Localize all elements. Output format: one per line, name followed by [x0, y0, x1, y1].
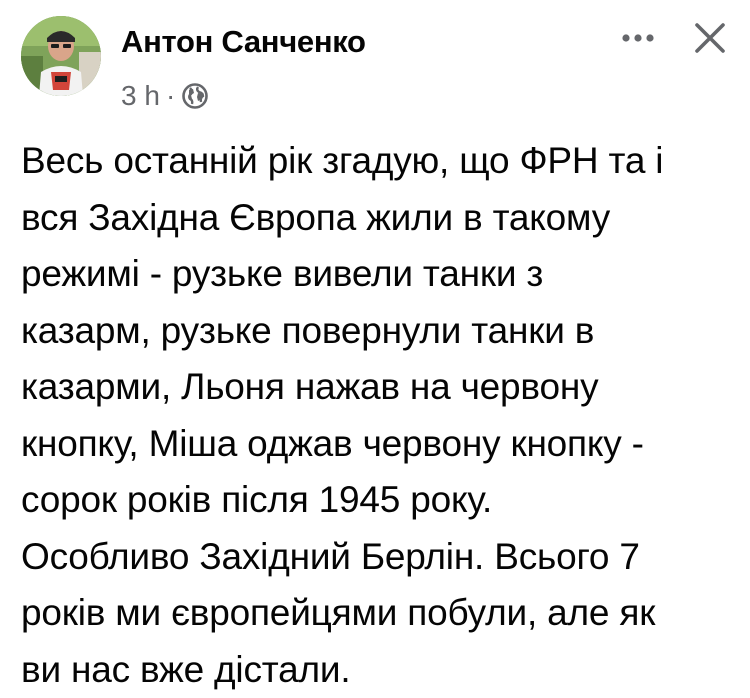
post-timestamp[interactable]: 3 h	[121, 80, 160, 112]
post-text-line: казарми, Льоня нажав на червону	[21, 359, 736, 416]
post-text-line: Особливо Західний Берлін. Всього 7	[21, 529, 736, 586]
post-card: Антон Санченко 3 h · Весь останній рік з…	[0, 0, 750, 680]
globe-icon[interactable]	[181, 82, 209, 110]
post-text-line: казарм, рузьке повернули танки в	[21, 303, 736, 360]
post-text-line: років ми європейцями побули, але як	[21, 585, 736, 642]
post-text-line: ви нас вже дістали.	[21, 642, 736, 698]
more-options-button[interactable]	[618, 18, 662, 58]
post-body: Весь останній рік згадую, що ФРН та і вс…	[21, 133, 736, 698]
post-text-line: режимі - рузьке вивели танки з	[21, 246, 736, 303]
more-horizontal-icon	[618, 18, 662, 58]
post-text-line: кнопку, Міша оджав червону кнопку -	[21, 416, 736, 473]
post-text-line: Весь останній рік згадую, що ФРН та і	[21, 133, 736, 190]
author-avatar[interactable]	[21, 16, 101, 96]
close-button[interactable]	[688, 16, 732, 60]
close-icon	[688, 16, 732, 60]
author-name[interactable]: Антон Санченко	[121, 24, 366, 60]
post-meta: 3 h ·	[121, 80, 209, 112]
post-text-line: сорок років після 1945 року.	[21, 472, 736, 529]
post-text-line: вся Західна Європа жили в такому	[21, 190, 736, 247]
avatar-photo	[21, 16, 101, 96]
meta-separator: ·	[166, 80, 175, 112]
